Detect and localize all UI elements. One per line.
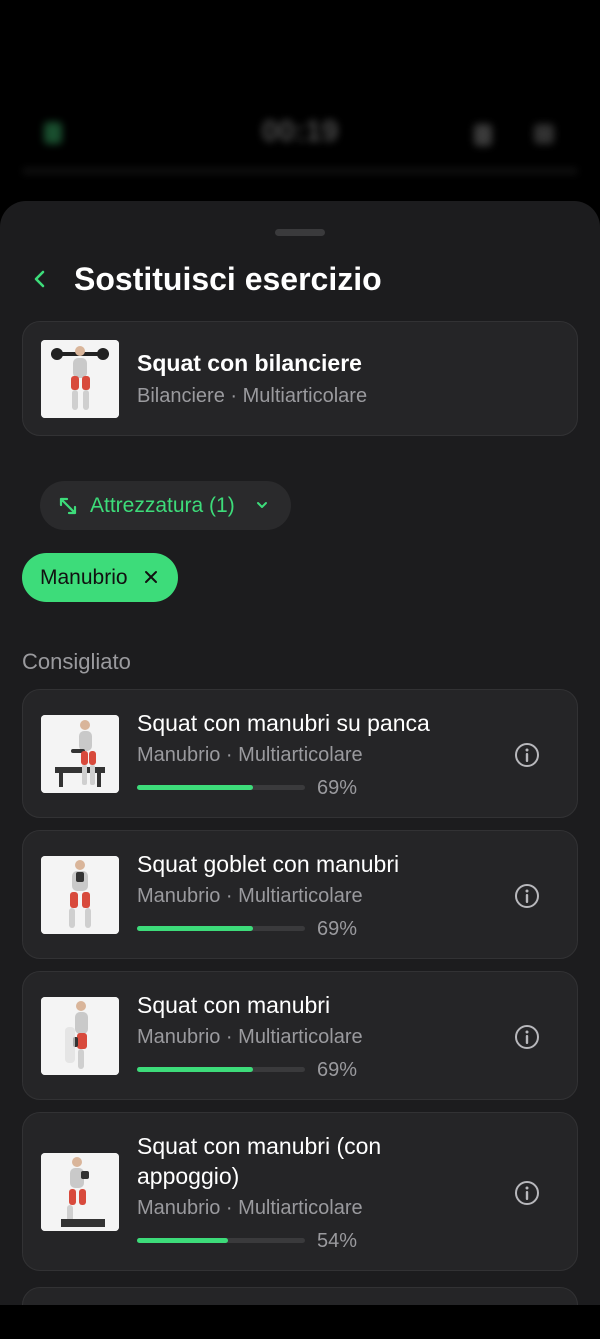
exercise-card[interactable]: Squat con manubri (con appoggio) Manubri… [22, 1112, 578, 1271]
match-bar-fill [137, 785, 253, 790]
background-progress-line [22, 168, 578, 174]
sheet-drag-handle[interactable] [275, 229, 325, 236]
exercise-name: Squat con manubri [137, 992, 331, 1018]
background-timer: 00:19 [261, 115, 339, 148]
match-bar-fill [137, 1238, 228, 1243]
exercise-name: Squat con manubri su panca [137, 710, 430, 736]
exercise-thumbnail [41, 1153, 119, 1231]
match-bar [137, 785, 305, 790]
match-percent: 69% [317, 777, 358, 799]
exercise-subtitle: Manubrio · Multiarticolare [137, 744, 363, 766]
match-bar [137, 926, 305, 931]
exercise-subtitle: Manubrio · Multiarticolare [137, 1026, 363, 1048]
match-bar-fill [137, 1067, 253, 1072]
exercise-name: Squat goblet con manubri [137, 851, 400, 877]
background-workout-bar: 00:19 [0, 0, 600, 200]
replace-exercise-sheet: Sostituisci esercizio Squat con bilancie… [0, 201, 600, 1305]
info-icon[interactable] [514, 883, 540, 909]
match-bar-fill [137, 926, 253, 931]
info-icon[interactable] [514, 1180, 540, 1206]
section-title-recommended: Consigliato [22, 649, 131, 674]
equipment-chip-dumbbell[interactable]: Manubrio [22, 553, 178, 602]
exercise-name: Squat con manubri (con appoggio) [137, 1133, 382, 1189]
match-bar [137, 1238, 305, 1243]
sheet-header: Sostituisci esercizio [0, 259, 600, 301]
equipment-filter-button[interactable]: Attrezzatura (1) [40, 481, 291, 530]
chevron-left-icon[interactable] [26, 265, 54, 293]
exercise-card[interactable]: Squat goblet con manubri Manubrio · Mult… [22, 830, 578, 959]
info-icon[interactable] [514, 1024, 540, 1050]
exercise-card[interactable]: Squat con manubri Manubrio · Multiartico… [22, 971, 578, 1100]
exercise-card-partial[interactable] [22, 1287, 578, 1305]
info-icon[interactable] [514, 742, 540, 768]
equipment-filter-label: Attrezzatura (1) [90, 494, 235, 517]
exercise-thumbnail [41, 997, 119, 1075]
exercise-subtitle: Manubrio · Multiarticolare [137, 1197, 363, 1219]
background-timer-icon [474, 124, 492, 146]
exercise-thumbnail [41, 340, 119, 418]
match-percent: 54% [317, 1230, 358, 1252]
bottom-inset [0, 1305, 600, 1339]
chevron-down-icon [257, 502, 267, 508]
page-title: Sostituisci esercizio [74, 261, 382, 297]
exercise-thumbnail [41, 715, 119, 793]
current-exercise-card: Squat con bilanciere Bilanciere · Multia… [22, 321, 578, 436]
exercise-subtitle: Manubrio · Multiarticolare [137, 885, 363, 907]
current-exercise-name: Squat con bilanciere [137, 350, 362, 376]
match-percent: 69% [317, 918, 358, 940]
match-bar [137, 1067, 305, 1072]
exercise-thumbnail [41, 856, 119, 934]
match-percent: 69% [317, 1059, 358, 1081]
current-exercise-subtitle: Bilanciere · Multiarticolare [137, 385, 368, 407]
expand-arrows-icon [59, 497, 77, 515]
exercise-card[interactable]: Squat con manubri su panca Manubrio · Mu… [22, 689, 578, 818]
chip-label: Manubrio [40, 566, 128, 589]
close-icon[interactable] [143, 569, 159, 585]
background-settings-icon [534, 124, 554, 144]
